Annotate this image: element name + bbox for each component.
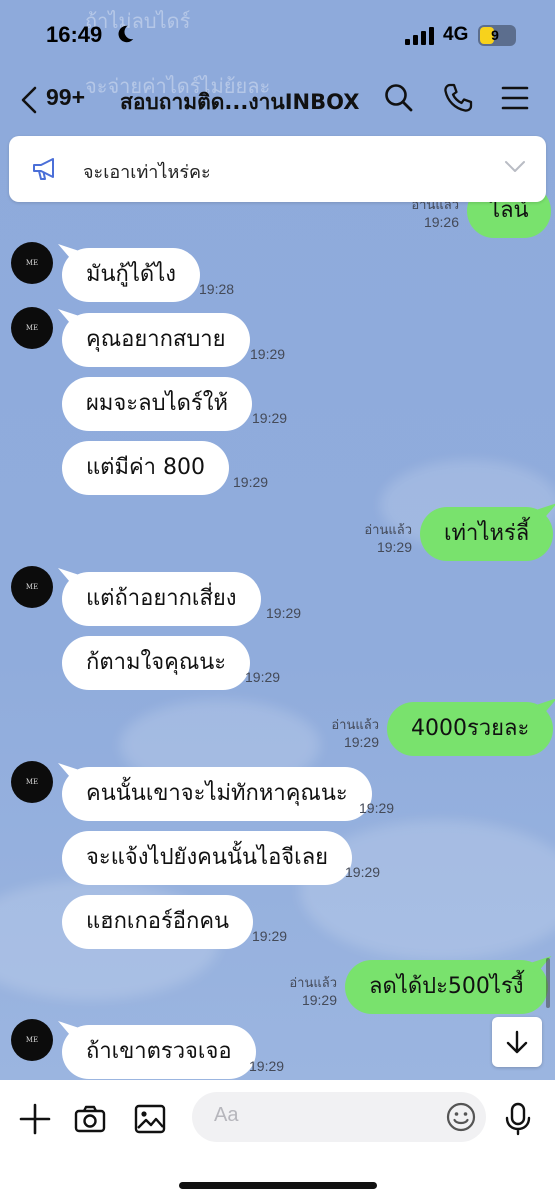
message-text: ถ้าเขาตรวจเจอ <box>86 1039 232 1064</box>
signal-icon <box>405 27 434 45</box>
chat-header: 99+ สอบถามติด...งานINBOX <box>0 66 555 132</box>
status-time: 16:49 <box>46 22 103 47</box>
message-text: จะแจ้งไปยังคนนั้นไอจีเลย <box>86 845 329 870</box>
message-bubble-incoming[interactable]: แฮกเกอร์อีกคน <box>62 895 254 949</box>
plus-icon[interactable] <box>18 1102 52 1136</box>
scrollbar[interactable] <box>546 958 550 1008</box>
camera-icon[interactable] <box>73 1102 107 1136</box>
message-bubble-outgoing[interactable]: เท่าไหร่ลี้ <box>420 507 554 561</box>
read-receipt: อ่านแล้ว 19:29 <box>364 523 412 555</box>
message-bubble-incoming[interactable]: ถ้าเขาตรวจเจอ <box>62 1025 256 1079</box>
avatar[interactable]: ME <box>11 242 53 284</box>
image-icon[interactable] <box>133 1102 167 1136</box>
message-text: 4000รวยละ <box>411 716 530 741</box>
announcement-banner[interactable]: จะเอาเท่าไหร่คะ <box>9 136 546 202</box>
status-bar: 16:49 4G 9 <box>0 0 555 66</box>
message-bubble-outgoing[interactable]: ลดได้ปะ500ไรงี้ <box>345 960 548 1014</box>
home-indicator[interactable] <box>179 1182 377 1189</box>
message-time: 19:29 <box>301 992 337 1008</box>
avatar[interactable]: ME <box>11 307 53 349</box>
message-text: ลดได้ปะ500ไรงี้ <box>369 974 524 999</box>
avatar[interactable]: ME <box>11 761 53 803</box>
scroll-to-bottom-button[interactable] <box>492 1017 542 1067</box>
read-label: อ่านแล้ว <box>331 718 379 733</box>
message-text: แต่มีค่า 800 <box>86 455 206 480</box>
search-icon[interactable] <box>383 82 415 114</box>
message-time: 19:29 <box>359 800 395 816</box>
message-text: ก้ตามใจคุณนะ <box>86 650 227 675</box>
message-text: มันกู้ได้ไง <box>86 262 177 287</box>
arrow-down-icon <box>506 1030 528 1054</box>
message-bubble-incoming[interactable]: มันกู้ได้ไง <box>62 248 201 302</box>
message-bubble-incoming[interactable]: แต่มีค่า 800 <box>62 441 230 495</box>
read-receipt: อ่านแล้ว 19:29 <box>331 718 379 750</box>
message-bubble-incoming[interactable]: คนนั้นเขาจะไม่ทักหาคุณนะ <box>62 767 372 821</box>
message-bubble-outgoing[interactable]: 4000รวยละ <box>387 702 554 756</box>
unread-count[interactable]: 99+ <box>46 84 85 111</box>
microphone-icon[interactable] <box>501 1102 535 1136</box>
message-text: แฮกเกอร์อีกคน <box>86 909 230 934</box>
phone-icon[interactable] <box>442 82 474 114</box>
announcement-text: จะเอาเท่าไหร่คะ <box>83 162 211 183</box>
battery-icon: 9 <box>478 25 516 46</box>
message-time: 19:29 <box>266 605 302 621</box>
message-input-placeholder: Aa <box>214 1104 239 1126</box>
message-time: 19:29 <box>252 410 288 426</box>
message-time: 19:29 <box>252 928 288 944</box>
message-time: 19:29 <box>245 669 281 685</box>
message-text: เท่าไหร่ลี้ <box>444 521 530 546</box>
emoji-icon[interactable] <box>444 1100 478 1134</box>
moon-icon <box>118 25 134 43</box>
message-time: 19:29 <box>345 864 381 880</box>
message-time: 19:29 <box>250 346 286 362</box>
megaphone-icon <box>33 158 54 180</box>
message-bubble-incoming[interactable]: คุณอยากสบาย <box>62 313 250 367</box>
back-icon[interactable] <box>18 86 40 114</box>
message-time: 19:28 <box>199 281 235 297</box>
read-receipt: อ่านแล้ว 19:29 <box>289 976 337 1008</box>
menu-icon[interactable] <box>499 82 531 114</box>
message-time: 19:29 <box>343 734 379 750</box>
message-bubble-incoming[interactable]: ก้ตามใจคุณนะ <box>62 636 251 690</box>
read-receipt: อ่านแล้ว 19:26 <box>411 198 459 230</box>
avatar[interactable]: ME <box>11 1019 53 1061</box>
read-label: อ่านแล้ว <box>289 976 337 991</box>
message-text: คนนั้นเขาจะไม่ทักหาคุณนะ <box>86 781 348 806</box>
chevron-down-icon[interactable] <box>504 160 526 174</box>
read-label: อ่านแล้ว <box>364 523 412 538</box>
message-time: 19:29 <box>376 539 412 555</box>
message-time: 19:29 <box>233 474 269 490</box>
message-bubble-incoming[interactable]: ผมจะลบไดร์ให้ <box>62 377 252 431</box>
message-bubble-incoming[interactable]: แต่ถ้าอยากเสี่ยง <box>62 572 261 626</box>
message-text: แต่ถ้าอยากเสี่ยง <box>86 586 237 611</box>
battery-percent: 9 <box>491 27 499 43</box>
message-bubble-incoming[interactable]: จะแจ้งไปยังคนนั้นไอจีเลย <box>62 831 353 885</box>
message-time: 19:26 <box>423 214 459 230</box>
network-type: 4G <box>443 24 469 45</box>
chat-title[interactable]: สอบถามติด...งานINBOX <box>120 86 359 119</box>
message-text: คุณอยากสบาย <box>86 327 226 352</box>
message-text: ผมจะลบไดร์ให้ <box>86 391 228 416</box>
message-time: 19:29 <box>249 1058 285 1074</box>
avatar[interactable]: ME <box>11 566 53 608</box>
